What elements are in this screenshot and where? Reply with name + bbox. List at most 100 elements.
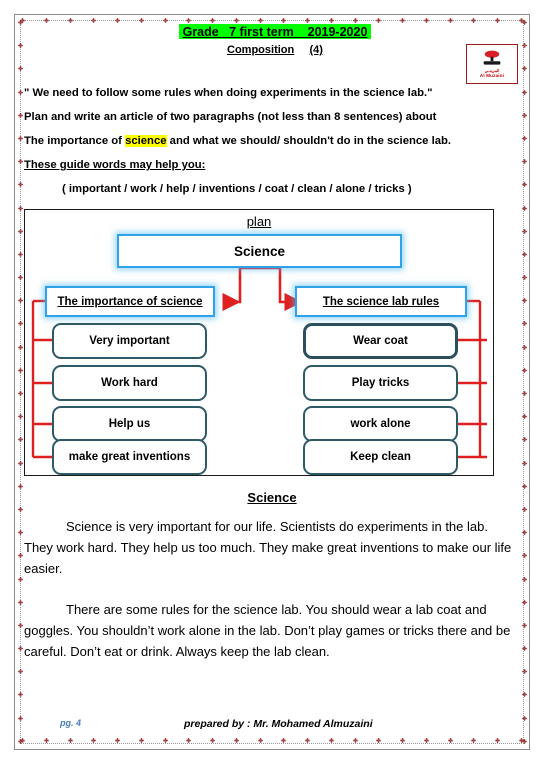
border-flower-icon	[400, 17, 405, 23]
mindmap-leaf-label: make great inventions	[68, 451, 191, 463]
border-flower-icon	[257, 17, 263, 23]
border-flower-icon	[521, 738, 527, 744]
stamp-icon	[483, 50, 501, 65]
border-motifs-right	[520, 20, 528, 744]
border-flower-icon	[521, 182, 527, 188]
border-flower-icon	[17, 646, 23, 651]
border-flower-icon	[328, 17, 334, 23]
page-number: pg. 4	[60, 718, 82, 728]
border-flower-icon	[376, 17, 382, 23]
border-flower-icon	[521, 530, 527, 535]
border-flower-icon	[17, 89, 23, 95]
border-flower-icon	[521, 89, 527, 95]
border-flower-icon	[233, 17, 239, 23]
composition-number: (4)	[309, 44, 323, 56]
border-flower-icon	[17, 321, 23, 327]
logo-english-text: Al Muzaini	[479, 73, 505, 78]
border-flower-icon	[17, 576, 23, 582]
border-flower-icon	[281, 17, 287, 23]
border-flower-icon	[521, 483, 527, 489]
border-flower-icon	[521, 252, 527, 257]
border-flower-icon	[521, 344, 527, 350]
prepared-by: prepared by : Mr. Mohamed Almuzaini	[184, 718, 373, 730]
mindmap-diagram: plan Science The importance of science T…	[24, 209, 494, 476]
border-flower-icon	[17, 692, 23, 698]
border-flower-icon	[67, 17, 73, 23]
border-flower-icon	[521, 507, 527, 512]
border-flower-icon	[17, 159, 23, 164]
border-flower-icon	[17, 669, 23, 675]
border-flower-icon	[521, 159, 527, 164]
border-flower-icon	[423, 17, 429, 23]
border-flower-icon	[17, 507, 23, 512]
border-flower-icon	[115, 17, 120, 23]
header: Grade 7 first term 2019-2020 Composition…	[24, 24, 520, 84]
mindmap-leaf-label: work alone	[350, 418, 411, 430]
border-flower-icon	[521, 599, 527, 605]
border-flower-icon	[521, 414, 527, 420]
border-flower-icon	[138, 17, 144, 23]
border-flower-icon	[17, 483, 23, 489]
border-flower-icon	[162, 17, 168, 23]
mindmap-root-label: Science	[233, 243, 286, 259]
border-flower-icon	[17, 112, 23, 118]
border-flower-icon	[352, 17, 358, 23]
border-flower-icon	[17, 66, 23, 72]
border-flower-icon	[17, 367, 23, 373]
border-flower-icon	[17, 623, 23, 628]
border-motifs-left	[16, 20, 24, 744]
border-flower-icon	[521, 553, 527, 559]
mindmap-leaf-right-2: Play tricks	[303, 365, 458, 401]
grade-term-text: Grade 7 first term 2019-2020	[178, 24, 372, 39]
border-motifs-top	[20, 16, 524, 24]
border-flower-icon	[521, 275, 527, 280]
border-flower-icon	[17, 460, 23, 466]
mindmap-leaf-right-4: Keep clean	[303, 439, 458, 475]
border-flower-icon	[495, 17, 500, 23]
border-flower-icon	[91, 17, 97, 23]
border-flower-icon	[521, 391, 527, 396]
border-flower-icon	[17, 205, 23, 211]
border-flower-icon	[210, 17, 215, 23]
mindmap-leaf-label: Help us	[108, 418, 151, 430]
prompt-block: " We need to follow some rules when doin…	[24, 86, 520, 197]
border-flower-icon	[521, 43, 527, 49]
border-flower-icon	[521, 367, 527, 373]
mindmap-leaf-label: Keep clean	[350, 451, 411, 463]
border-flower-icon	[521, 136, 527, 141]
essay-paragraph-2: There are some rules for the science lab…	[24, 602, 511, 659]
border-flower-icon	[521, 298, 527, 304]
mindmap-leaf-left-4: make great inventions	[52, 439, 207, 475]
school-logo: المزينــي Al Muzaini	[466, 44, 518, 84]
border-flower-icon	[521, 669, 527, 675]
border-flower-icon	[471, 17, 477, 23]
border-flower-icon	[17, 298, 23, 304]
essay-paragraph-1: Science is very important for our life. …	[24, 519, 512, 576]
border-flower-icon	[17, 437, 23, 443]
mindmap-leaf-label: Very important	[89, 335, 170, 347]
guide-heading-text: These guide words may help you:	[24, 159, 206, 171]
border-flower-icon	[17, 252, 23, 257]
essay-block: Science Science is very important for ou…	[24, 490, 520, 662]
border-flower-icon	[521, 460, 527, 466]
border-flower-icon	[521, 205, 527, 211]
border-flower-icon	[17, 599, 23, 605]
mindmap-leaf-label: Play tricks	[351, 377, 410, 389]
border-flower-icon	[521, 66, 527, 72]
border-flower-icon	[17, 20, 23, 25]
border-flower-icon	[17, 228, 23, 234]
essay-title: Science	[247, 490, 297, 505]
border-flower-icon	[521, 228, 527, 234]
composition-line: Composition (4)	[24, 43, 520, 57]
mindmap-leaf-right-1: Wear coat	[303, 323, 458, 359]
topic-pre: The importance of	[24, 135, 126, 147]
border-flower-icon	[186, 17, 192, 23]
footer: pg. 4 prepared by : Mr. Mohamed Almuzain…	[24, 718, 520, 734]
border-flower-icon	[521, 623, 527, 628]
mindmap-leaf-label: Work hard	[101, 377, 158, 389]
border-flower-icon	[521, 715, 527, 721]
border-flower-icon	[17, 414, 23, 420]
border-flower-icon	[521, 692, 527, 698]
border-flower-icon	[521, 321, 527, 327]
border-flower-icon	[521, 112, 527, 118]
